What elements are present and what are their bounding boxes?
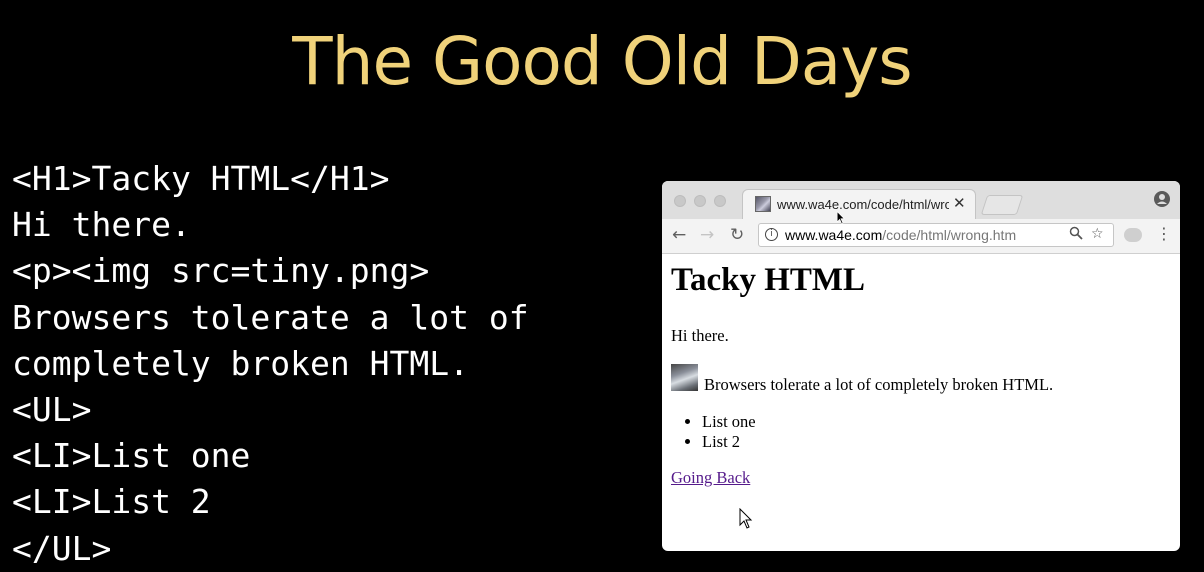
page-list: List one List 2 — [702, 412, 756, 451]
code-line: Hi there. — [12, 205, 191, 245]
slide-title: The Good Old Days — [292, 23, 912, 100]
profile-icon[interactable] — [1154, 191, 1170, 207]
code-line: <p><img src=tiny.png> — [12, 251, 430, 291]
window-zoom-dot[interactable] — [714, 195, 726, 207]
page-content: Tacky HTML Hi there. Browsers tolerate a… — [662, 254, 1180, 551]
tiny-image — [671, 364, 698, 391]
bookmark-star-icon[interactable]: ☆ — [1091, 226, 1104, 242]
new-tab-button[interactable] — [980, 195, 1024, 215]
window-minimize-dot[interactable] — [694, 195, 706, 207]
url-path: /code/html/wrong.htm — [882, 227, 1017, 243]
zoom-icon[interactable] — [1069, 226, 1083, 244]
info-icon[interactable]: i — [765, 228, 778, 241]
code-line: <LI>List one — [12, 436, 251, 476]
code-line: <LI>List 2 — [12, 482, 211, 522]
browser-tab[interactable]: www.wa4e.com/code/html/wrong.htm ✕ — [742, 189, 976, 219]
small-cursor-icon — [836, 211, 845, 225]
reload-icon[interactable]: ↻ — [730, 225, 744, 245]
code-line: <UL> — [12, 390, 92, 430]
forward-arrow-icon[interactable]: → — [700, 225, 714, 245]
browser-window: www.wa4e.com/code/html/wrong.htm ✕ ← → ↻… — [662, 181, 1180, 551]
mouse-cursor-icon — [739, 508, 753, 529]
tab-bar: www.wa4e.com/code/html/wrong.htm ✕ — [662, 181, 1180, 219]
page-paragraph: Hi there. — [671, 326, 729, 345]
list-item: List 2 — [702, 432, 756, 452]
extension-cloud-icon[interactable] — [1124, 228, 1142, 242]
tab-close-icon[interactable]: ✕ — [953, 194, 966, 212]
html-code-listing: <H1>Tacky HTML</H1> Hi there. <p><img sr… — [12, 156, 529, 572]
address-bar[interactable]: i www.wa4e.com/code/html/wrong.htm ☆ — [758, 223, 1114, 247]
code-line: </UL> — [12, 528, 112, 568]
favicon-icon — [755, 196, 771, 212]
back-arrow-icon[interactable]: ← — [672, 225, 686, 245]
code-line: Browsers tolerate a lot of — [12, 297, 529, 337]
image-caption: Browsers tolerate a lot of completely br… — [704, 375, 1054, 394]
going-back-link[interactable]: Going Back — [671, 468, 750, 488]
url-host: www.wa4e.com — [785, 227, 883, 243]
code-line: completely broken HTML. — [12, 343, 469, 383]
page-heading: Tacky HTML — [671, 262, 866, 298]
list-item: List one — [702, 412, 756, 432]
menu-icon[interactable]: ⋮ — [1156, 224, 1172, 243]
code-line: <H1>Tacky HTML</H1> — [12, 159, 390, 198]
browser-toolbar: ← → ↻ i www.wa4e.com/code/html/wrong.htm… — [662, 219, 1180, 254]
window-close-dot[interactable] — [674, 195, 686, 207]
tab-title: www.wa4e.com/code/html/wrong.htm — [777, 197, 949, 212]
url-text: www.wa4e.com/code/html/wrong.htm — [785, 227, 1016, 243]
